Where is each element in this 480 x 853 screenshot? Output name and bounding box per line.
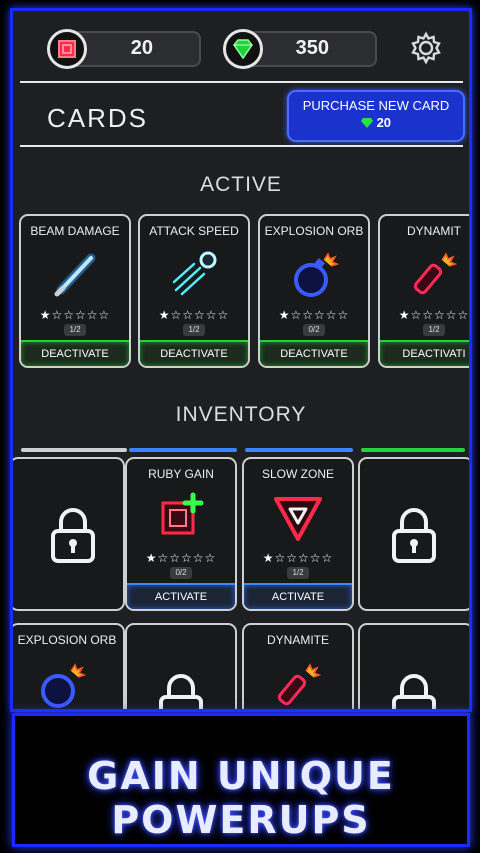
dynamite-icon [277,663,322,706]
card-name: BEAM DAMAGE [30,224,120,238]
card-name: ATTACK SPEED [149,224,239,238]
page-title: CARDS [47,103,149,133]
card-level: 1/2 [423,324,445,336]
locked-slot [358,623,469,709]
purchase-cost: 20 [289,115,463,130]
deactivate-button[interactable]: DEACTIVATI [380,340,469,366]
inventory-card[interactable]: DYNAMITE [242,623,354,709]
card-level: 1/2 [287,567,309,579]
attack-speed-icon [172,251,217,296]
beam-icon [54,253,96,297]
locked-slot [13,457,125,611]
emerald-icon [360,118,373,128]
card-edge [129,448,237,452]
dynamite-icon [413,252,458,295]
active-card[interactable]: ATTACK SPEED ★☆☆☆☆☆ 1/2 DEACTIVATE [138,214,250,368]
lock-icon [51,508,95,563]
slow-zone-icon [274,497,322,541]
active-card[interactable]: BEAM DAMAGE ★☆☆☆☆☆ 1/2 DEACTIVATE [19,214,131,368]
active-card[interactable]: DYNAMIT ★☆☆☆☆☆ 1/2 DEACTIVATI [378,214,470,368]
card-level: 1/2 [183,324,205,336]
card-name: EXPLOSION ORB [17,633,117,647]
purchase-label: PURCHASE NEW CARD [302,98,450,113]
deactivate-button[interactable]: DEACTIVATE [260,340,368,366]
deactivate-button[interactable]: DEACTIVATE [21,340,129,366]
inventory-heading: INVENTORY [175,403,307,426]
active-card[interactable]: EXPLOSION ORB ★☆☆☆☆☆ 0/2 DEACTIVATE [258,214,370,368]
activate-button[interactable]: ACTIVATE [127,583,235,609]
divider-top [20,81,463,83]
card-level: 0/2 [303,324,325,336]
game-panel: 20 350 CARDS PURCHASE NEW CARD 20 ACTIVE… [10,8,472,712]
lock-icon [392,508,436,563]
inventory-card[interactable]: EXPLOSION ORB [13,623,125,709]
star-rating: ★☆☆☆☆☆ [398,308,470,322]
star-rating: ★☆☆☆☆☆ [145,551,217,565]
bomb-icon [41,663,87,708]
divider-header [20,145,463,147]
card-name: RUBY GAIN [148,467,214,481]
ruby-count: 20 [130,37,153,59]
ruby-icon [47,29,87,69]
card-name: DYNAMITE [266,633,329,647]
card-level: 1/2 [64,324,86,336]
active-heading: ACTIVE [200,173,282,196]
promo-banner: GAIN UNIQUE POWERUPS [12,713,470,847]
star-rating: ★☆☆☆☆☆ [262,551,334,565]
star-rating: ★☆☆☆☆☆ [39,308,111,322]
lock-icon [159,674,203,709]
emerald-icon [223,29,263,69]
bomb-icon [294,252,340,297]
card-name: EXPLOSION ORB [264,224,364,238]
inventory-card[interactable]: RUBY GAIN ★☆☆☆☆☆ 0/2 ACTIVATE [125,457,237,611]
ruby-gain-icon [161,492,204,535]
locked-slot [125,623,237,709]
card-edge [245,448,353,452]
inventory-card[interactable]: SLOW ZONE ★☆☆☆☆☆ 1/2 ACTIVATE [242,457,354,611]
banner-text: GAIN UNIQUE POWERUPS [87,754,395,842]
currency-bar: 20 350 [13,11,469,87]
card-level: 0/2 [170,567,192,579]
activate-button[interactable]: ACTIVATE [244,583,352,609]
card-name: SLOW ZONE [261,467,334,481]
card-name: DYNAMIT [407,224,461,238]
star-rating: ★☆☆☆☆☆ [278,308,350,322]
locked-slot [358,457,469,611]
card-edge [361,448,465,452]
purchase-card-button[interactable]: PURCHASE NEW CARD 20 [287,90,465,142]
lock-icon [392,674,436,709]
purchase-cost-value: 20 [376,115,392,130]
gem-count: 350 [295,37,329,59]
gear-icon[interactable] [409,31,443,65]
card-edge [21,448,127,452]
deactivate-button[interactable]: DEACTIVATE [140,340,248,366]
star-rating: ★☆☆☆☆☆ [158,308,230,322]
